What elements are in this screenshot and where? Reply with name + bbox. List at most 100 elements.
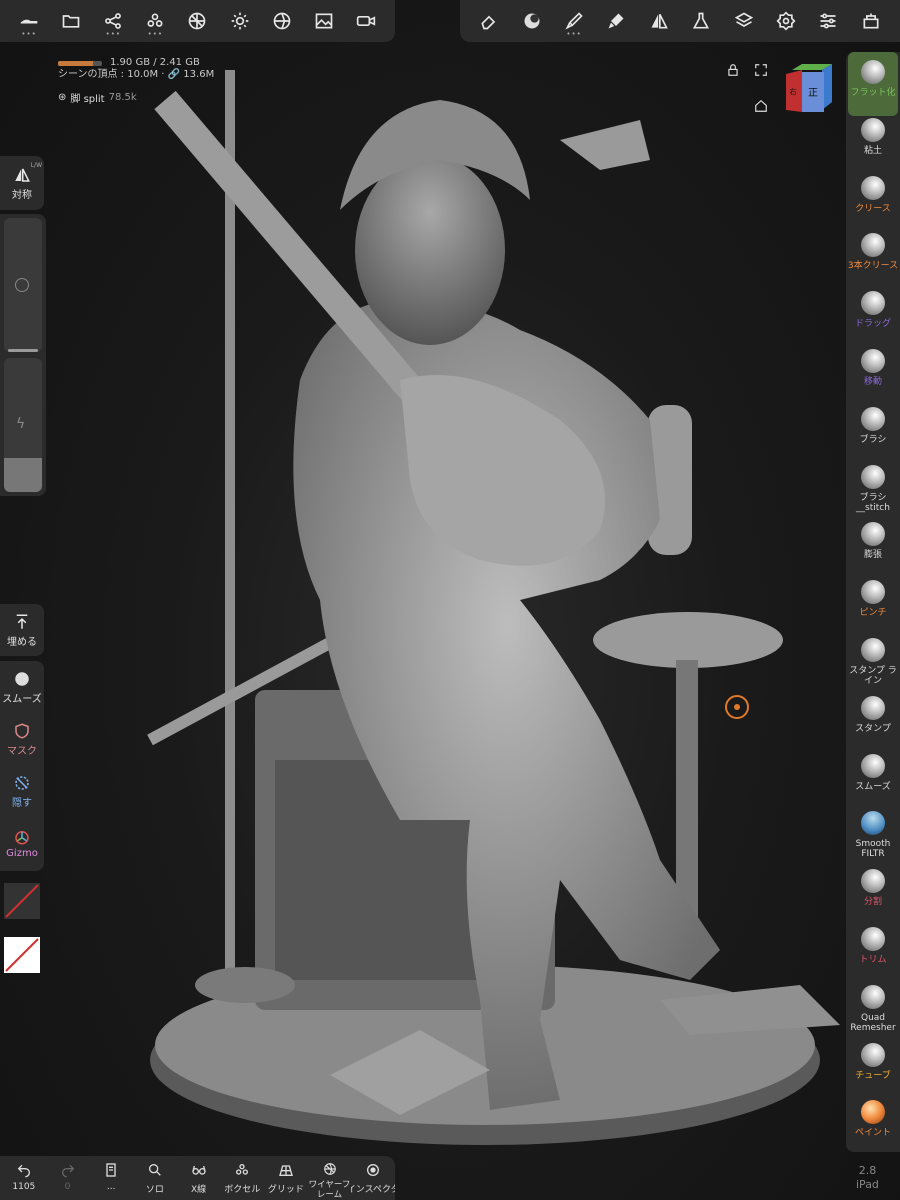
tool-14[interactable]: 分割 bbox=[846, 861, 900, 925]
mask-label: マスク bbox=[7, 745, 37, 757]
top-left-toolbar: ••• ••• ••• bbox=[0, 0, 395, 42]
tool-label: ピンチ bbox=[859, 608, 887, 619]
inspector-button[interactable]: インスペクタ bbox=[351, 1156, 395, 1200]
material-icon[interactable] bbox=[261, 0, 303, 42]
solo-button[interactable]: ソロ bbox=[133, 1156, 177, 1200]
mask-button[interactable]: マスク bbox=[0, 713, 44, 765]
voxel-label: ボクセル bbox=[224, 1185, 261, 1195]
symmetry-icon[interactable] bbox=[638, 0, 680, 42]
radius-slider[interactable] bbox=[4, 218, 42, 352]
tool-icon bbox=[861, 1100, 885, 1125]
smooth-button[interactable]: スムーズ bbox=[0, 661, 44, 713]
tool-18[interactable]: ペイント bbox=[846, 1092, 900, 1156]
symmetry-button[interactable]: L/W 対称 bbox=[0, 156, 44, 210]
tool-10[interactable]: スタンプ ライン bbox=[846, 630, 900, 694]
fullscreen-icon[interactable] bbox=[754, 62, 768, 81]
tool-13[interactable]: Smooth FILTR bbox=[846, 803, 900, 867]
tool-icon bbox=[861, 233, 885, 258]
tool-9[interactable]: ピンチ bbox=[846, 572, 900, 636]
wireframe-button[interactable]: ワイヤーフレーム bbox=[308, 1156, 352, 1200]
memory-bar-fill bbox=[58, 60, 93, 66]
xray-button[interactable]: X線 bbox=[177, 1156, 221, 1200]
inspector-label: インスペクタ bbox=[351, 1185, 395, 1195]
redo-button[interactable]: 0 bbox=[46, 1156, 90, 1200]
tool-label: ブラシ__stitch bbox=[856, 492, 890, 513]
hide-button[interactable]: 隠す bbox=[0, 765, 44, 817]
fill-color-swatch[interactable] bbox=[4, 937, 40, 973]
voxel-button[interactable]: ボクセル bbox=[220, 1156, 264, 1200]
arrow-up-icon bbox=[16, 614, 28, 629]
tool-11[interactable]: スタンプ bbox=[846, 688, 900, 752]
fill-button[interactable]: 埋める bbox=[0, 604, 44, 656]
symmetry-badge: L/W bbox=[30, 162, 42, 169]
stroke-color-swatch[interactable] bbox=[4, 883, 40, 919]
image-icon[interactable] bbox=[303, 0, 345, 42]
grid-icon bbox=[278, 1165, 293, 1176]
more-button[interactable]: ... bbox=[89, 1156, 133, 1200]
brush-icon[interactable]: ••• bbox=[553, 0, 595, 42]
lighting-icon[interactable] bbox=[219, 0, 261, 42]
tool-12[interactable]: スムーズ bbox=[846, 746, 900, 810]
search-icon bbox=[148, 1164, 161, 1176]
settings-icon[interactable] bbox=[765, 0, 807, 42]
pivot-target-icon[interactable] bbox=[725, 695, 749, 719]
grid-button[interactable]: グリッド bbox=[264, 1156, 308, 1200]
lock-icon[interactable] bbox=[726, 62, 740, 81]
cube-front-label: 正 bbox=[808, 88, 818, 99]
scene-graph-icon[interactable]: ••• bbox=[92, 0, 134, 42]
mask-icon bbox=[15, 722, 29, 739]
top-right-toolbar: ••• bbox=[460, 0, 900, 42]
tool-6[interactable]: ブラシ bbox=[846, 399, 900, 463]
tool-17[interactable]: チューブ bbox=[846, 1035, 900, 1099]
tool-label: ドラッグ bbox=[854, 319, 891, 330]
gizmo-button[interactable]: Gizmo bbox=[0, 817, 44, 869]
memory-usage: 1.90 GB / 2.41 GB bbox=[110, 57, 200, 68]
intensity-slider[interactable]: ϟ bbox=[4, 358, 42, 492]
cube-right-label: 右 bbox=[790, 87, 797, 96]
tool-0[interactable]: フラット化 bbox=[848, 52, 898, 116]
tool-8[interactable]: 膨張 bbox=[846, 514, 900, 578]
reference-icon[interactable] bbox=[850, 0, 892, 42]
tool-label: 3本クリース bbox=[847, 261, 899, 272]
flask-icon[interactable] bbox=[680, 0, 722, 42]
radius-slider-handle[interactable] bbox=[8, 349, 38, 352]
tool-label: スムーズ bbox=[855, 781, 891, 792]
paint-icon[interactable] bbox=[595, 0, 637, 42]
material-sphere-icon[interactable] bbox=[510, 0, 552, 42]
sculpt-model[interactable] bbox=[0, 0, 900, 1200]
symmetry-label: 対称 bbox=[12, 189, 32, 201]
active-object[interactable]: ⊛ 脚 split 78.5k bbox=[58, 90, 137, 105]
radius-icon bbox=[15, 278, 29, 292]
tool-icon bbox=[861, 406, 885, 431]
folder-icon[interactable] bbox=[50, 0, 92, 42]
3d-viewport[interactable] bbox=[0, 0, 900, 1200]
tool-4[interactable]: ドラッグ bbox=[846, 283, 900, 347]
hide-label: 隠す bbox=[12, 797, 32, 809]
tool-2[interactable]: クリース bbox=[846, 168, 900, 232]
file-icon[interactable]: ••• bbox=[8, 0, 50, 42]
tool-label: スタンプ ライン bbox=[849, 666, 897, 686]
undo-button[interactable]: 1105 bbox=[2, 1156, 46, 1200]
tool-1[interactable]: 粘土 bbox=[846, 110, 900, 174]
eraser-icon[interactable] bbox=[468, 0, 510, 42]
tool-7[interactable]: ブラシ__stitch bbox=[846, 457, 900, 521]
tool-16[interactable]: Quad Remesher bbox=[846, 977, 900, 1041]
topology-icon[interactable] bbox=[176, 0, 218, 42]
tool-icon bbox=[861, 638, 885, 662]
tool-label: 粘土 bbox=[863, 145, 882, 156]
layers-icon[interactable] bbox=[722, 0, 764, 42]
tool-15[interactable]: トリム bbox=[846, 919, 900, 983]
tool-label: トリム bbox=[859, 955, 887, 965]
tool-3[interactable]: 3本クリース bbox=[846, 225, 900, 289]
home-icon[interactable] bbox=[754, 98, 768, 117]
tool-icon bbox=[861, 695, 885, 720]
multiresolution-icon[interactable]: ••• bbox=[134, 0, 176, 42]
camera-icon[interactable] bbox=[345, 0, 387, 42]
voxel-icon bbox=[236, 1164, 249, 1175]
tool-5[interactable]: 移動 bbox=[846, 341, 900, 405]
sliders-icon[interactable] bbox=[807, 0, 849, 42]
memory-bar bbox=[58, 60, 102, 66]
view-cube[interactable]: 正 右 bbox=[784, 62, 838, 116]
hide-icon bbox=[15, 775, 29, 790]
device-name: iPad bbox=[856, 1178, 879, 1191]
